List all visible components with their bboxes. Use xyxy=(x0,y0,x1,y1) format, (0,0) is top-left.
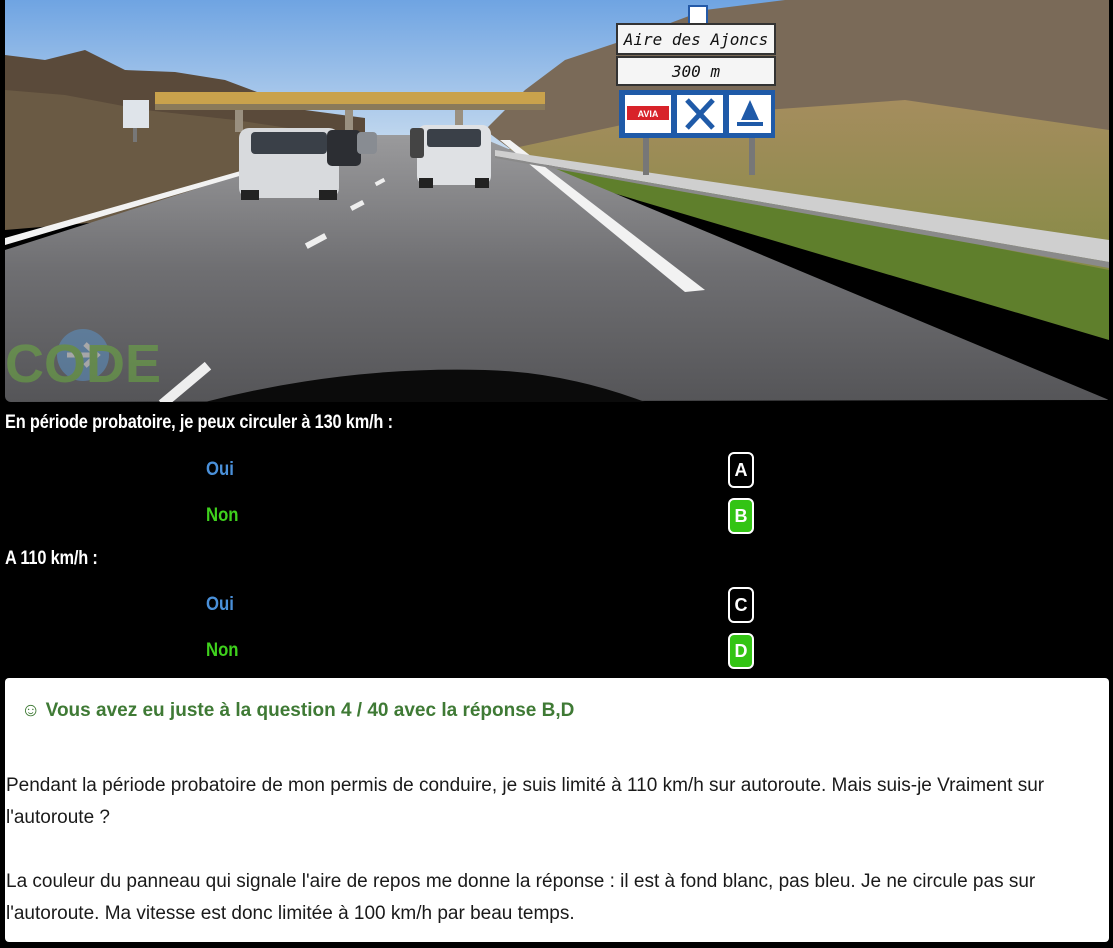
question-1-label: En période probatoire, je peux circuler … xyxy=(5,412,393,433)
question-1-option-a-label[interactable]: Oui xyxy=(206,459,234,481)
answer-key-a[interactable]: A xyxy=(728,452,754,488)
question-2-option-c-label[interactable]: Oui xyxy=(206,594,234,616)
question-1-option-b-label[interactable]: Non xyxy=(206,505,239,527)
explanation-paragraph-2: La couleur du panneau qui signale l'aire… xyxy=(6,871,1036,924)
watermark-text: CODE xyxy=(5,334,161,394)
explanation-paragraph-1: Pendant la période probatoire de mon per… xyxy=(6,775,1045,828)
answer-key-b[interactable]: B xyxy=(728,498,754,534)
answer-key-c[interactable]: C xyxy=(728,587,754,623)
car-left xyxy=(239,128,339,200)
sign-name-text: Aire des Ajoncs xyxy=(623,30,769,49)
question-2-label: A 110 km/h : xyxy=(5,548,98,569)
question-2-option-d-label[interactable]: Non xyxy=(206,640,239,662)
result-message: ☺ Vous avez eu juste à la question 4 / 4… xyxy=(21,700,575,721)
answer-key-d[interactable]: D xyxy=(728,633,754,669)
sign-brand-text: AVIA xyxy=(638,109,659,119)
code-watermark: CODE xyxy=(5,329,161,394)
car-right xyxy=(417,125,491,188)
sign-distance-text: 300 m xyxy=(671,62,721,81)
question-photo: Aire des Ajoncs 300 m AVIA CODE xyxy=(5,0,1109,402)
road-scene-image: Aire des Ajoncs 300 m AVIA CODE xyxy=(5,0,1109,402)
feedback-panel: ☺ Vous avez eu juste à la question 4 / 4… xyxy=(5,678,1109,942)
